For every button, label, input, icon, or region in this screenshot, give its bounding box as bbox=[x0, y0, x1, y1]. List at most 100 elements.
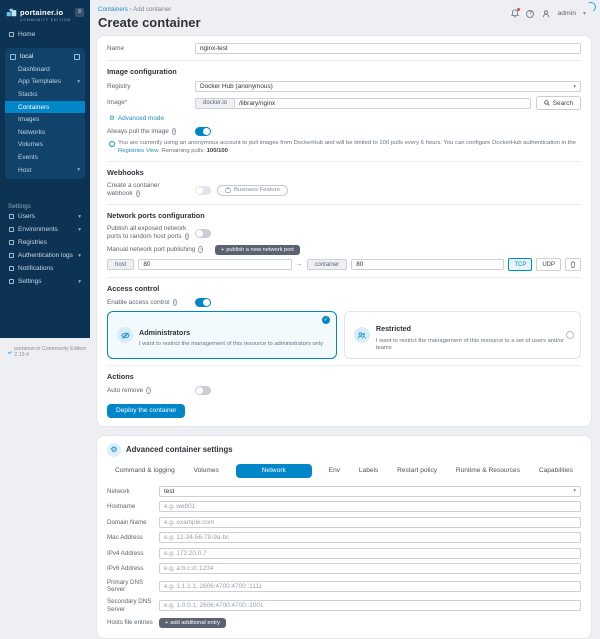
webhooks-heading: Webhooks bbox=[107, 161, 581, 177]
tab-capabilities[interactable]: Capabilities bbox=[537, 464, 575, 477]
sidebar-item-dashboard[interactable]: Dashboard bbox=[5, 63, 85, 76]
portainer-footer-logo-icon bbox=[8, 350, 12, 355]
publish-port-button[interactable]: + publish a new network port bbox=[215, 245, 300, 255]
access-options: Administrators I want to restrict the ma… bbox=[107, 311, 581, 359]
udp-button[interactable]: UDP bbox=[536, 258, 561, 271]
sidebar-column: portainer.io COMMUNITY EDITION ≡ Home lo… bbox=[0, 0, 90, 521]
restricted-option[interactable]: Restricted I want to restrict the manage… bbox=[344, 311, 581, 359]
sidebar-item-environments[interactable]: Environments ▾ bbox=[5, 223, 85, 236]
registries-view-link[interactable]: Registries View bbox=[118, 148, 158, 154]
dockerhub-notice: i You are currently using an anonymous a… bbox=[109, 140, 581, 155]
tab-labels[interactable]: Labels bbox=[357, 464, 380, 477]
advanced-tabs: Command & logging Volumes Network Env La… bbox=[107, 464, 581, 478]
ipv4-address-input[interactable] bbox=[159, 548, 581, 559]
tab-network[interactable]: Network bbox=[236, 464, 312, 478]
hostname-label: Hostname bbox=[107, 503, 159, 510]
search-button[interactable]: Search bbox=[536, 96, 581, 110]
publish-all-label: Publish all exposed network ports to ran… bbox=[107, 225, 195, 241]
sidebar-collapse-icon[interactable]: ≡ bbox=[75, 8, 84, 17]
registry-label: Registry bbox=[107, 83, 195, 91]
ipv6-address-label: IPv6 Address bbox=[107, 565, 159, 572]
primary-dns-input[interactable] bbox=[159, 581, 581, 592]
ipv6-address-input[interactable] bbox=[159, 563, 581, 574]
publish-all-toggle[interactable] bbox=[195, 229, 211, 238]
sidebar-item-app-templates[interactable]: App Templates ▾ bbox=[5, 76, 85, 89]
portainer-logo-icon bbox=[6, 8, 17, 19]
domain-name-input[interactable] bbox=[159, 517, 581, 528]
eye-off-icon bbox=[117, 327, 133, 343]
mac-address-input[interactable] bbox=[159, 532, 581, 543]
name-label: Name bbox=[107, 45, 195, 53]
breadcrumb-containers-link[interactable]: Containers bbox=[98, 6, 128, 13]
secondary-dns-input[interactable] bbox=[159, 600, 581, 611]
name-input[interactable] bbox=[195, 43, 581, 54]
info-icon: ? bbox=[173, 299, 177, 306]
add-host-entry-button[interactable]: + add additional entry bbox=[159, 618, 226, 628]
image-input[interactable] bbox=[234, 98, 531, 109]
briefcase-icon bbox=[225, 187, 231, 193]
chevron-down-icon: ▾ bbox=[573, 84, 576, 90]
restricted-title: Restricted bbox=[376, 324, 411, 333]
webhook-toggle bbox=[195, 186, 211, 195]
sidebar-item-registries[interactable]: Registries bbox=[5, 236, 85, 249]
sidebar-item-events[interactable]: Events bbox=[5, 151, 85, 164]
manual-port-label: Manual network port publishing? bbox=[107, 246, 209, 254]
sidebar-item-host[interactable]: Host ▾ bbox=[5, 164, 85, 177]
network-ports-heading: Network ports configuration bbox=[107, 204, 581, 220]
username[interactable]: admin bbox=[557, 10, 576, 17]
sidebar-item-images[interactable]: Images bbox=[5, 113, 85, 126]
chevron-down-icon: ▾ bbox=[78, 253, 81, 259]
deploy-button[interactable]: Deploy the container bbox=[107, 404, 185, 418]
gear-icon: ⚙ bbox=[107, 443, 121, 457]
tcp-button[interactable]: TCP bbox=[508, 258, 532, 271]
sidebar-item-home[interactable]: Home bbox=[5, 28, 85, 41]
tab-env[interactable]: Env bbox=[327, 464, 342, 477]
sidebar-item-notifications[interactable]: Notifications bbox=[5, 262, 85, 275]
user-icon[interactable] bbox=[541, 9, 550, 18]
trash-icon bbox=[570, 261, 576, 268]
sidebar-item-users[interactable]: Users ▾ bbox=[5, 210, 85, 223]
image-label: Image* bbox=[107, 99, 195, 107]
tab-runtime-resources[interactable]: Runtime & Resources bbox=[454, 464, 522, 477]
environment-collapse-icon[interactable] bbox=[74, 54, 80, 60]
network-label: Network bbox=[107, 488, 159, 495]
container-port-input[interactable] bbox=[351, 259, 504, 270]
always-pull-toggle[interactable] bbox=[195, 127, 211, 136]
help-icon[interactable]: ? bbox=[526, 10, 534, 18]
business-feature-badge: Business Feature bbox=[217, 185, 288, 196]
mac-address-label: Mac Address bbox=[107, 534, 159, 541]
advanced-mode-link[interactable]: ⚙ Advanced mode bbox=[109, 114, 581, 122]
advanced-settings-title: Advanced container settings bbox=[126, 445, 233, 454]
hostname-input[interactable] bbox=[159, 501, 581, 512]
tab-restart-policy[interactable]: Restart policy bbox=[395, 464, 439, 477]
sidebar-item-volumes[interactable]: Volumes bbox=[5, 139, 85, 152]
radio-unchecked-icon[interactable] bbox=[566, 331, 574, 339]
users-icon bbox=[9, 214, 14, 219]
tab-command-logging[interactable]: Command & logging bbox=[113, 464, 177, 477]
registry-select[interactable]: Docker Hub (anonymous) ▾ bbox=[195, 81, 581, 92]
environment-selector[interactable]: local bbox=[5, 50, 85, 63]
registries-icon bbox=[9, 240, 14, 245]
enable-access-toggle[interactable] bbox=[195, 298, 211, 307]
chevron-down-icon[interactable]: ▾ bbox=[583, 10, 586, 17]
sidebar-item-stacks[interactable]: Stacks bbox=[5, 88, 85, 101]
secondary-dns-label: Secondary DNS Server bbox=[107, 598, 159, 613]
sidebar-item-networks[interactable]: Networks bbox=[5, 126, 85, 139]
sidebar-item-settings[interactable]: Settings ▾ bbox=[5, 275, 85, 288]
tab-volumes[interactable]: Volumes bbox=[192, 464, 221, 477]
administrators-desc: I want to restrict the management of thi… bbox=[139, 341, 323, 348]
notifications-bell-icon[interactable] bbox=[510, 9, 519, 18]
sidebar-item-authentication-logs[interactable]: Authentication logs ▾ bbox=[5, 249, 85, 262]
notifications-icon bbox=[9, 266, 14, 271]
hosts-file-label: Hosts file entries bbox=[107, 619, 159, 626]
sidebar-item-containers[interactable]: Containers bbox=[5, 101, 85, 114]
delete-port-button[interactable] bbox=[565, 258, 581, 271]
host-port-input[interactable] bbox=[138, 259, 291, 270]
image-registry-addon: docker.io bbox=[195, 98, 234, 109]
administrators-option[interactable]: Administrators I want to restrict the ma… bbox=[107, 311, 337, 359]
notification-dot bbox=[517, 8, 520, 11]
info-icon: ? bbox=[185, 233, 189, 240]
auto-remove-toggle[interactable] bbox=[195, 386, 211, 395]
breadcrumb-current: Add container bbox=[133, 6, 171, 13]
network-select[interactable]: test ▾ bbox=[159, 486, 581, 497]
